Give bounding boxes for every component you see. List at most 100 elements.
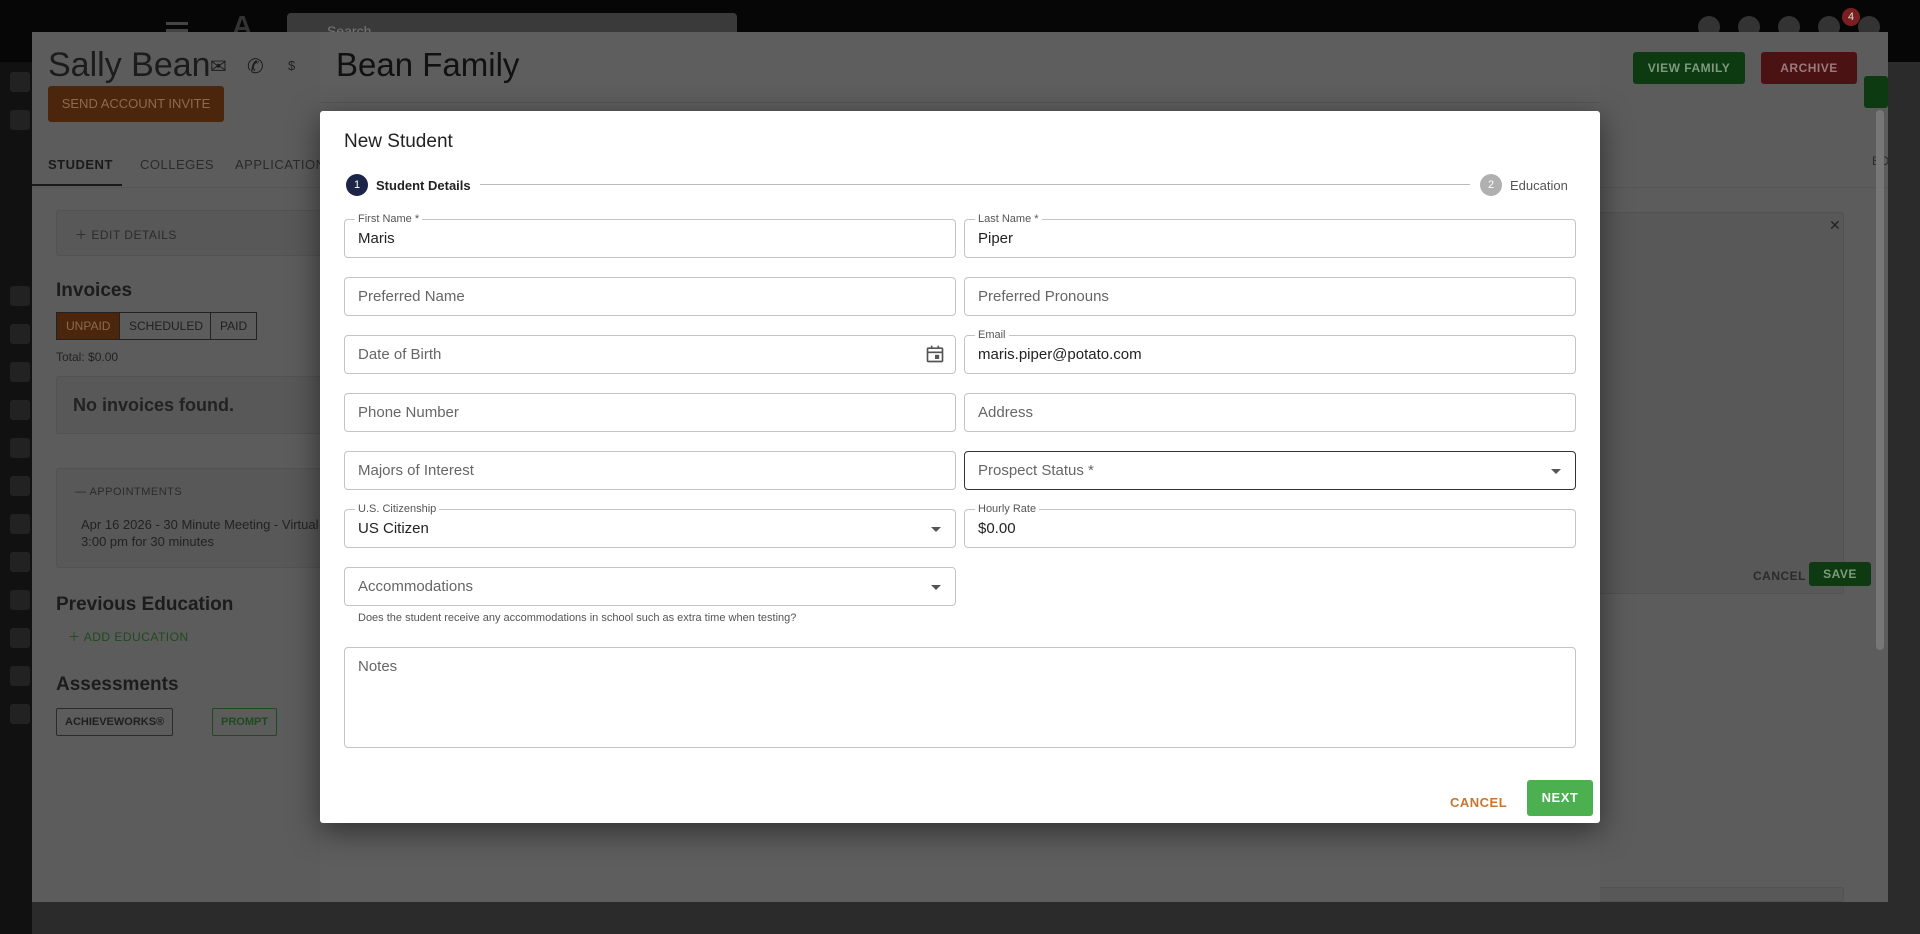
email-icon[interactable]: ✉ bbox=[210, 54, 227, 79]
first-name-label: First Name * bbox=[355, 213, 423, 225]
preferred-name-field[interactable]: Preferred Name bbox=[344, 277, 956, 316]
add-education-label: ADD EDUCATION bbox=[83, 630, 189, 644]
family-title: Bean Family bbox=[336, 46, 520, 83]
next-button[interactable]: NEXT bbox=[1527, 780, 1593, 816]
step-label: Education bbox=[1510, 177, 1568, 193]
step-education[interactable]: 2 Education bbox=[1480, 174, 1568, 196]
first-name-field[interactable]: First Name * Maris bbox=[344, 213, 956, 258]
notes-textarea[interactable]: Notes bbox=[344, 647, 1576, 748]
last-name-value: Piper bbox=[978, 230, 1014, 247]
document-icon[interactable] bbox=[10, 590, 30, 610]
email-label: Email bbox=[975, 329, 1009, 341]
tasks-icon[interactable] bbox=[10, 362, 30, 382]
preferred-pronouns-field[interactable]: Preferred Pronouns bbox=[964, 277, 1576, 316]
appointments-label-text: APPOINTMENTS bbox=[89, 486, 183, 498]
balance: $ bbox=[288, 58, 296, 73]
last-name-label: Last Name * bbox=[975, 213, 1042, 225]
phone-number-placeholder: Phone Number bbox=[358, 404, 459, 421]
filter-paid[interactable]: PAID bbox=[210, 312, 258, 340]
cancel-button[interactable]: CANCEL bbox=[1450, 795, 1507, 810]
assessments-title: Assessments bbox=[56, 674, 179, 695]
step-number: 2 bbox=[1480, 174, 1502, 196]
chevron-down-icon bbox=[931, 585, 941, 590]
accommodations-select[interactable]: Accommodations bbox=[344, 567, 956, 606]
modal-title: New Student bbox=[344, 131, 453, 152]
citizenship-value: US Citizen bbox=[358, 520, 429, 537]
new-student-modal: New Student 1 Student Details 2 Educatio… bbox=[320, 111, 1600, 823]
edit-details-label: EDIT DETAILS bbox=[91, 228, 177, 242]
previous-education-title: Previous Education bbox=[56, 594, 234, 615]
send-invite-button[interactable]: SEND ACCOUNT INVITE bbox=[48, 86, 224, 122]
appointments-label[interactable]: — APPOINTMENTS bbox=[75, 486, 182, 498]
prospect-status-select[interactable]: Prospect Status * bbox=[964, 451, 1576, 490]
side-save-button[interactable]: SAVE bbox=[1809, 562, 1871, 586]
majors-placeholder: Majors of Interest bbox=[358, 462, 474, 479]
close-icon[interactable]: ✕ bbox=[1829, 217, 1841, 234]
tab-colleges[interactable]: COLLEGES bbox=[140, 157, 214, 172]
stepper-connector bbox=[480, 184, 1470, 185]
achieveworks-button[interactable]: ACHIEVEWORKS® bbox=[56, 708, 174, 736]
view-family-button[interactable]: VIEW FAMILY bbox=[1633, 52, 1745, 84]
accommodations-helper: Does the student receive any accommodati… bbox=[358, 612, 797, 624]
step-student-details[interactable]: 1 Student Details bbox=[346, 174, 471, 196]
step-label: Student Details bbox=[376, 177, 471, 193]
hourly-rate-value: $0.00 bbox=[978, 520, 1016, 537]
billing-icon[interactable] bbox=[10, 666, 30, 686]
school-icon[interactable] bbox=[10, 286, 30, 306]
phone-number-field[interactable]: Phone Number bbox=[344, 393, 956, 432]
filter-unpaid[interactable]: UNPAID bbox=[56, 312, 121, 340]
preferred-name-placeholder: Preferred Name bbox=[358, 288, 465, 305]
page-scrollbar[interactable] bbox=[1876, 110, 1884, 650]
no-invoices-text: No invoices found. bbox=[73, 395, 235, 415]
checklist-icon[interactable] bbox=[10, 400, 30, 420]
hourly-rate-field[interactable]: Hourly Rate $0.00 bbox=[964, 503, 1576, 548]
add-education-button[interactable]: ＋ ADD EDUCATION bbox=[68, 628, 189, 645]
dashboard-icon[interactable] bbox=[10, 72, 30, 92]
address-field[interactable]: Address bbox=[964, 393, 1576, 432]
email-value: maris.piper@potato.com bbox=[978, 346, 1142, 363]
family-divider bbox=[320, 102, 1600, 103]
video-icon[interactable] bbox=[10, 476, 30, 496]
tab-indicator bbox=[32, 184, 122, 186]
library-icon[interactable] bbox=[10, 324, 30, 344]
email-field[interactable]: Email maris.piper@potato.com bbox=[964, 329, 1576, 374]
address-placeholder: Address bbox=[978, 404, 1034, 421]
step-number: 1 bbox=[346, 174, 368, 196]
appointment-title[interactable]: Apr 16 2026 - 30 Minute Meeting - Virtua… bbox=[81, 517, 319, 532]
last-name-field[interactable]: Last Name * Piper bbox=[964, 213, 1576, 258]
tab-application[interactable]: APPLICATION bbox=[235, 157, 326, 172]
edit-details-card: ＋ EDIT DETAILS bbox=[56, 210, 326, 256]
side-cancel-button[interactable]: CANCEL bbox=[1753, 569, 1806, 583]
chevron-down-icon bbox=[1551, 469, 1561, 474]
citizenship-label: U.S. Citizenship bbox=[355, 503, 440, 515]
citizenship-select[interactable]: U.S. Citizenship US Citizen bbox=[344, 503, 956, 548]
filter-scheduled[interactable]: SCHEDULED bbox=[119, 312, 214, 340]
add-button[interactable] bbox=[1864, 76, 1888, 108]
chevron-down-icon bbox=[931, 527, 941, 532]
chat-icon[interactable] bbox=[10, 704, 30, 724]
preferred-pronouns-placeholder: Preferred Pronouns bbox=[978, 288, 1109, 305]
date-of-birth-field[interactable]: Date of Birth bbox=[344, 335, 956, 374]
calendar-icon[interactable] bbox=[925, 344, 945, 364]
edit-details-button[interactable]: ＋ EDIT DETAILS bbox=[75, 226, 177, 243]
activity-icon[interactable] bbox=[10, 514, 30, 534]
notes-placeholder: Notes bbox=[358, 658, 398, 675]
list-icon[interactable] bbox=[10, 438, 30, 458]
archive-button[interactable]: ARCHIVE bbox=[1761, 52, 1857, 84]
accommodations-placeholder: Accommodations bbox=[358, 578, 474, 595]
mail-icon[interactable] bbox=[10, 628, 30, 648]
first-name-value: Maris bbox=[358, 230, 395, 247]
appointment-time: 3:00 pm for 30 minutes bbox=[81, 534, 214, 549]
majors-field[interactable]: Majors of Interest bbox=[344, 451, 956, 490]
left-nav bbox=[0, 62, 32, 934]
date-of-birth-placeholder: Date of Birth bbox=[358, 346, 442, 363]
prospect-status-placeholder: Prospect Status * bbox=[978, 462, 1094, 479]
prompt-button[interactable]: PROMPT bbox=[212, 708, 278, 736]
tab-student[interactable]: STUDENT bbox=[48, 157, 113, 172]
invoices-title: Invoices bbox=[56, 280, 133, 301]
folder-icon[interactable] bbox=[10, 552, 30, 572]
no-invoices-card: No invoices found. bbox=[56, 376, 326, 434]
invoice-total: Total: $0.00 bbox=[56, 350, 119, 364]
people-icon[interactable] bbox=[10, 110, 30, 130]
phone-icon[interactable]: ✆ bbox=[247, 54, 264, 79]
